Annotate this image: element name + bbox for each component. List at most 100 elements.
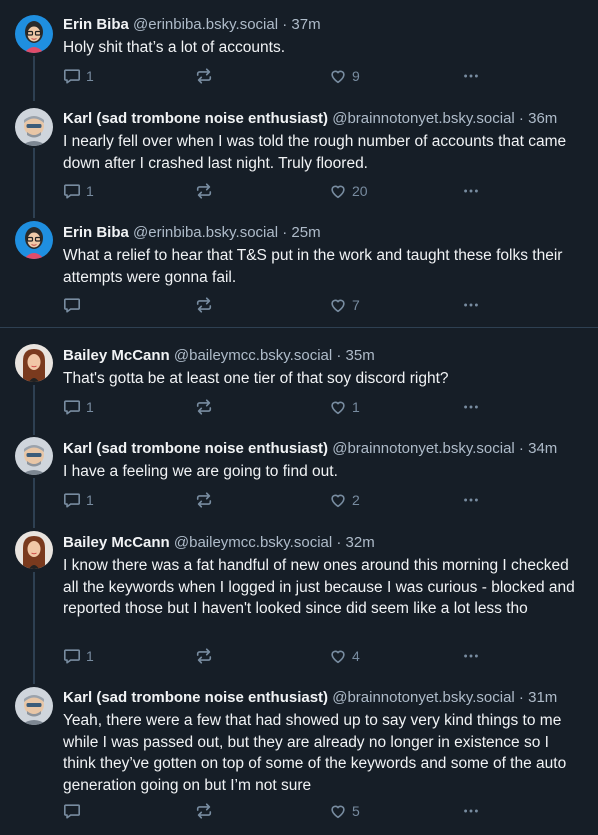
reply-button[interactable] (63, 802, 86, 820)
more-button[interactable] (461, 398, 481, 416)
timestamp[interactable]: 25m (291, 224, 320, 241)
post-text: I have a feeling we are going to find ou… (63, 463, 338, 480)
timestamp[interactable]: 31m (528, 689, 557, 706)
avatar[interactable] (15, 15, 53, 53)
repost-button[interactable] (195, 802, 213, 820)
like-count: 4 (352, 648, 360, 664)
post-text: I nearly fell over when I was told the r… (63, 133, 567, 172)
author-name[interactable]: Bailey McCann (63, 534, 170, 551)
reply-button[interactable]: 1 (63, 647, 94, 665)
author-name[interactable]: Karl (sad trombone noise enthusiast) (63, 110, 328, 127)
reply-button[interactable]: 1 (63, 182, 94, 200)
heart-icon (329, 491, 347, 509)
author-handle[interactable]: @erinbiba.bsky.social (133, 16, 278, 33)
timestamp[interactable]: 32m (346, 534, 375, 551)
avatar[interactable] (15, 344, 53, 382)
post-header: Karl (sad trombone noise enthusiast) @br… (63, 440, 557, 457)
timestamp[interactable]: 36m (528, 110, 557, 127)
like-button[interactable]: 1 (329, 398, 360, 416)
timestamp[interactable]: 37m (291, 16, 320, 33)
post[interactable]: Bailey McCann @baileymcc.bsky.social · 3… (0, 517, 598, 677)
post-actions: 1 20 (63, 182, 483, 202)
post[interactable]: Erin Biba @erinbiba.bsky.social · 37m Ho… (0, 0, 598, 104)
heart-icon (329, 67, 347, 85)
separator: · (514, 689, 529, 706)
heart-icon (329, 296, 347, 314)
more-button[interactable] (461, 802, 481, 820)
author-name[interactable]: Karl (sad trombone noise enthusiast) (63, 689, 328, 706)
post-text: Holy shit that’s a lot of accounts. (63, 39, 285, 56)
author-name[interactable]: Karl (sad trombone noise enthusiast) (63, 440, 328, 457)
post[interactable]: Karl (sad trombone noise enthusiast) @br… (0, 424, 598, 517)
like-button[interactable]: 20 (329, 182, 368, 200)
reply-icon (63, 398, 81, 416)
reply-count: 1 (86, 399, 94, 415)
repost-button[interactable] (195, 296, 213, 314)
like-button[interactable]: 7 (329, 296, 360, 314)
avatar[interactable] (15, 221, 53, 259)
reply-button[interactable]: 1 (63, 398, 94, 416)
more-button[interactable] (461, 182, 481, 200)
post-actions: 5 (63, 802, 483, 822)
timestamp[interactable]: 35m (346, 347, 375, 364)
post-header: Karl (sad trombone noise enthusiast) @br… (63, 689, 557, 706)
more-button[interactable] (461, 67, 481, 85)
author-name[interactable]: Erin Biba (63, 224, 129, 241)
author-handle[interactable]: @brainnotonyet.bsky.social (332, 689, 515, 706)
separator: · (332, 347, 346, 364)
repost-button[interactable] (195, 398, 213, 416)
repost-button[interactable] (195, 647, 213, 665)
heart-icon (329, 398, 347, 416)
reply-icon (63, 491, 81, 509)
more-button[interactable] (461, 647, 481, 665)
post[interactable]: Karl (sad trombone noise enthusiast) @br… (0, 104, 598, 216)
author-handle[interactable]: @erinbiba.bsky.social (133, 224, 278, 241)
separator: · (514, 110, 529, 127)
author-handle[interactable]: @baileymcc.bsky.social (174, 347, 332, 364)
avatar[interactable] (15, 108, 53, 146)
more-options-icon (461, 398, 481, 416)
post[interactable]: Erin Biba @erinbiba.bsky.social · 25m Wh… (0, 216, 598, 326)
post-text: That's gotta be at least one tier of tha… (63, 370, 449, 387)
timestamp[interactable]: 34m (528, 440, 557, 457)
more-options-icon (461, 296, 481, 314)
avatar[interactable] (15, 531, 53, 569)
reply-icon (63, 182, 81, 200)
post[interactable]: Karl (sad trombone noise enthusiast) @br… (0, 677, 598, 835)
post-actions: 1 4 (63, 647, 483, 667)
repost-button[interactable] (195, 182, 213, 200)
repost-button[interactable] (195, 491, 213, 509)
reply-count: 1 (86, 648, 94, 664)
more-button[interactable] (461, 491, 481, 509)
like-count: 1 (352, 399, 360, 415)
like-count: 2 (352, 492, 360, 508)
reply-button[interactable]: 1 (63, 491, 94, 509)
author-name[interactable]: Bailey McCann (63, 347, 170, 364)
avatar[interactable] (15, 687, 53, 725)
like-button[interactable]: 9 (329, 67, 360, 85)
more-button[interactable] (461, 296, 481, 314)
reply-button[interactable]: 1 (63, 67, 94, 85)
author-handle[interactable]: @brainnotonyet.bsky.social (332, 110, 515, 127)
author-name[interactable]: Erin Biba (63, 16, 129, 33)
author-handle[interactable]: @brainnotonyet.bsky.social (332, 440, 515, 457)
more-options-icon (461, 491, 481, 509)
like-button[interactable]: 2 (329, 491, 360, 509)
repost-icon (195, 647, 213, 665)
post-text: I know there was a fat handful of new on… (63, 557, 575, 617)
avatar[interactable] (15, 437, 53, 475)
reply-icon (63, 647, 81, 665)
reply-button[interactable] (63, 296, 86, 314)
like-count: 9 (352, 68, 360, 84)
author-handle[interactable]: @baileymcc.bsky.social (174, 534, 332, 551)
more-options-icon (461, 67, 481, 85)
reply-count: 1 (86, 492, 94, 508)
repost-button[interactable] (195, 67, 213, 85)
like-button[interactable]: 5 (329, 802, 360, 820)
repost-icon (195, 296, 213, 314)
like-button[interactable]: 4 (329, 647, 360, 665)
post-header: Karl (sad trombone noise enthusiast) @br… (63, 110, 557, 127)
post[interactable]: Bailey McCann @baileymcc.bsky.social · 3… (0, 328, 598, 424)
separator: · (332, 534, 346, 551)
more-options-icon (461, 802, 481, 820)
